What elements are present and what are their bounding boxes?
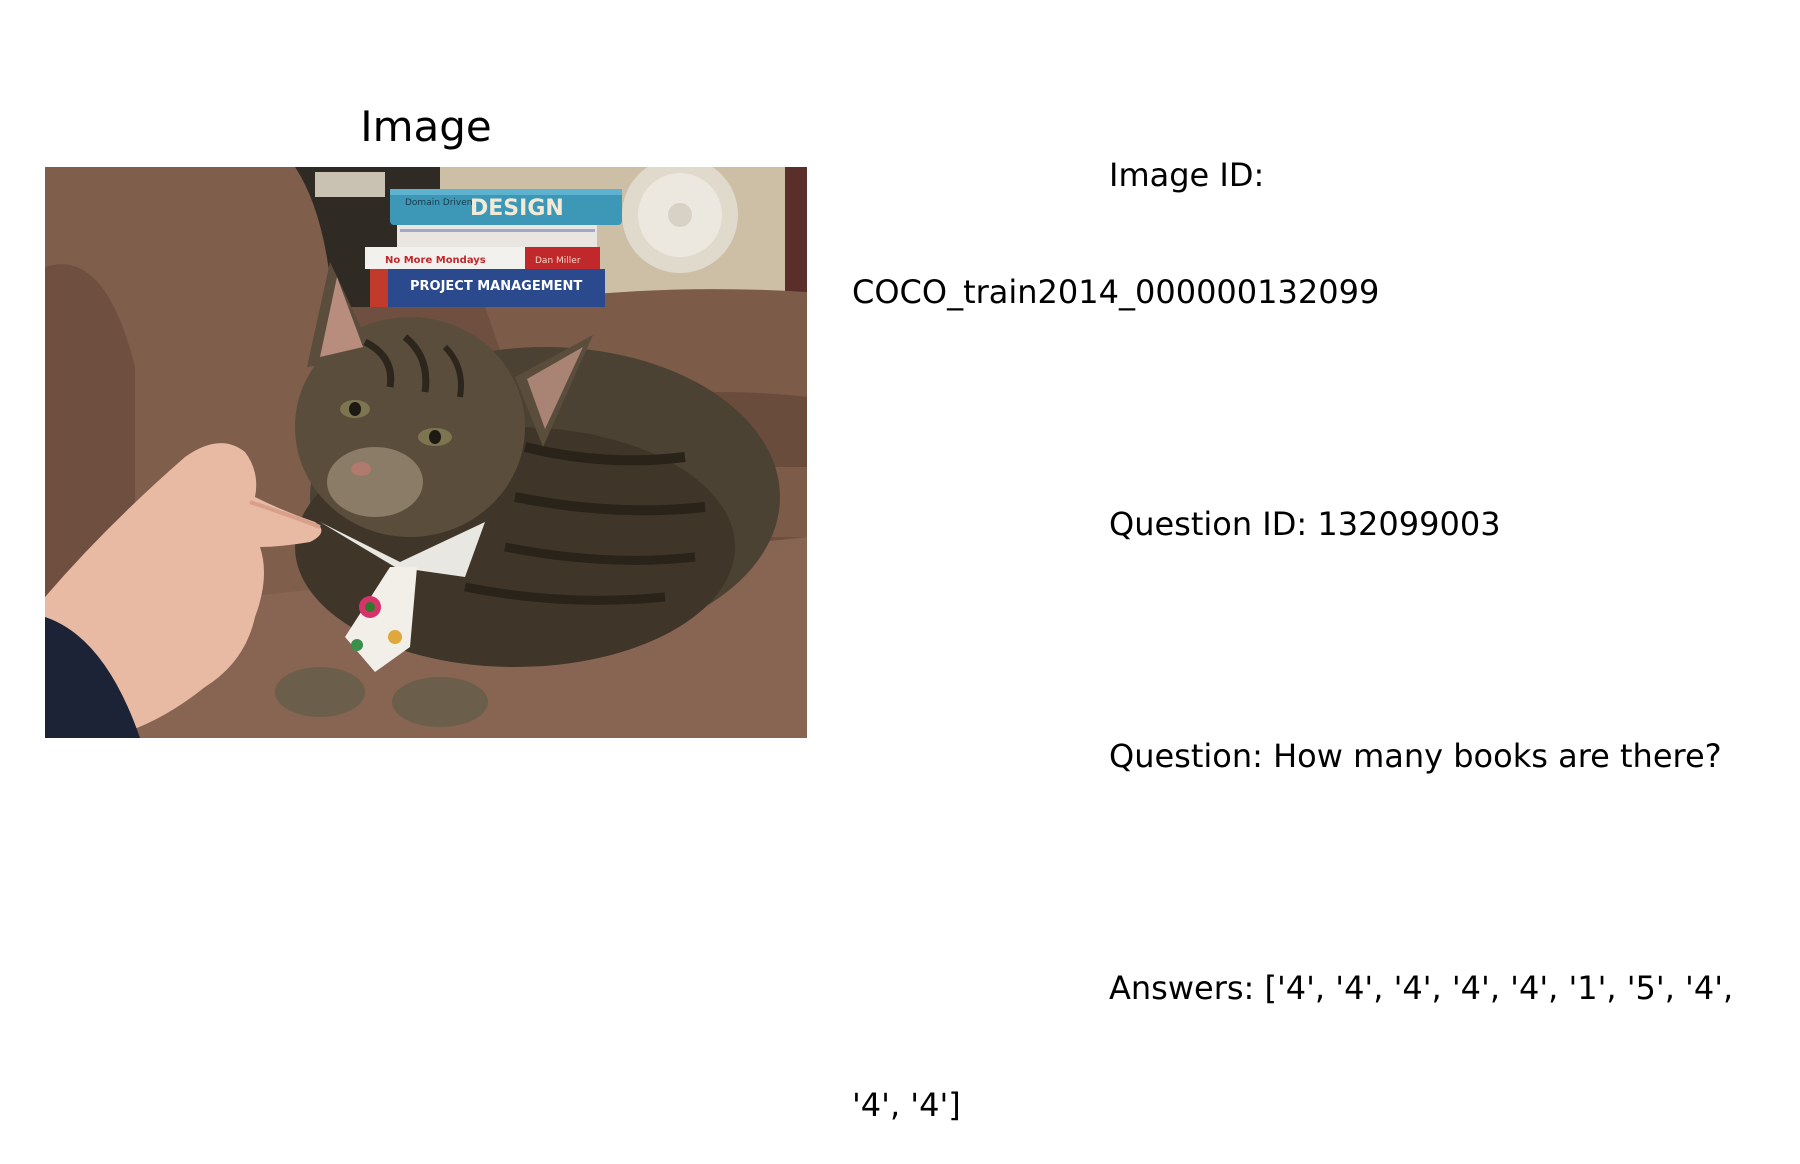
svg-text:PROJECT MANAGEMENT: PROJECT MANAGEMENT xyxy=(410,279,582,294)
question-id: Question ID: 132099003 xyxy=(1109,505,1501,543)
question-info-panel: Image ID: COCO_train2014_000000132099 Qu… xyxy=(852,78,1792,1164)
svg-text:Domain Driven: Domain Driven xyxy=(405,198,472,208)
svg-text:DESIGN: DESIGN xyxy=(470,196,564,221)
answers-text-line1: Answers: ['4', '4', '4', '4', '4', '1', … xyxy=(1109,969,1734,1007)
question-text: Question: How many books are there? xyxy=(1109,737,1722,775)
answers-text-line2: '4', '4'] xyxy=(852,1086,961,1124)
svg-text:No More Mondays: No More Mondays xyxy=(385,255,486,266)
books-stack: DESIGN Domain Driven No More Mondays Dan… xyxy=(365,189,622,307)
cat-photo: DESIGN Domain Driven No More Mondays Dan… xyxy=(45,167,807,738)
svg-text:Dan Miller: Dan Miller xyxy=(535,256,581,266)
image-id-label: Image ID: xyxy=(1109,156,1265,194)
image-panel-title: Image xyxy=(360,102,492,151)
image-id-value: COCO_train2014_000000132099 xyxy=(852,273,1380,311)
